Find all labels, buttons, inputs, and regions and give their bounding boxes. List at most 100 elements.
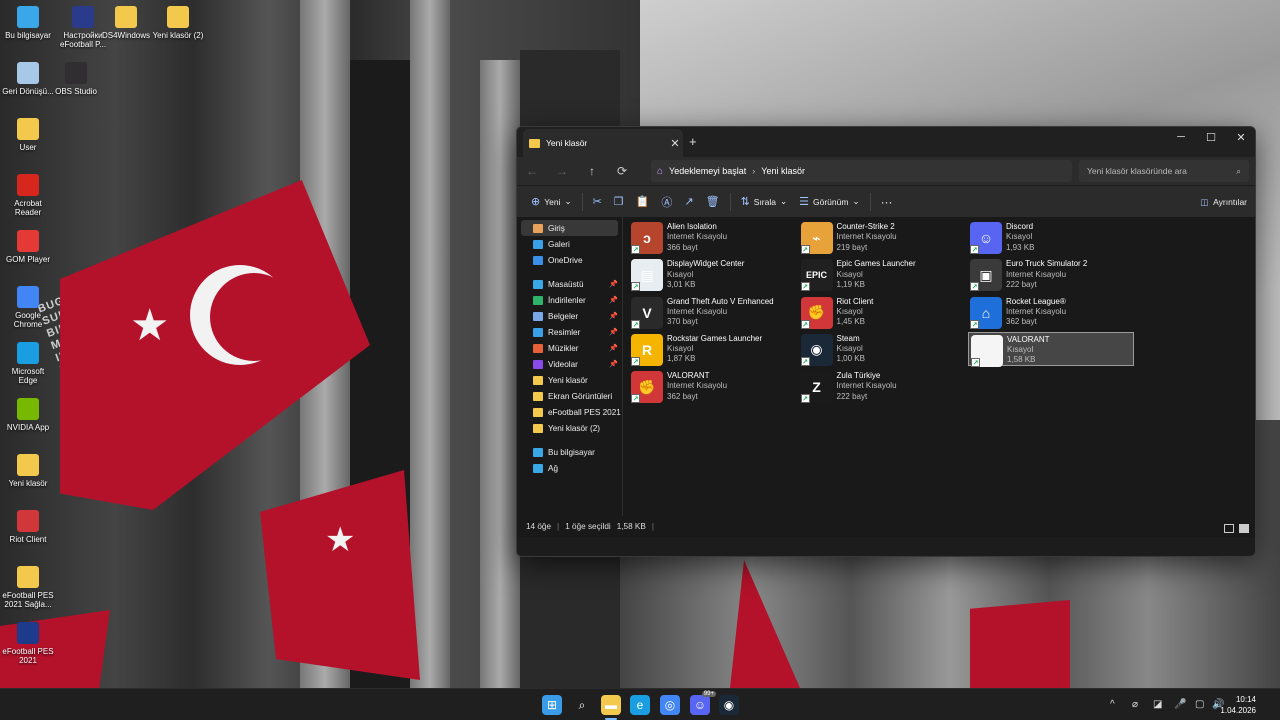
copy-button[interactable]: ❐ <box>608 190 630 214</box>
sidebar-item[interactable]: Ağ <box>517 460 622 476</box>
file-glyph: ✊ <box>807 304 826 321</box>
breadcrumb-item[interactable]: Yedeklemeyi başlat <box>669 166 746 176</box>
desktop-shortcut[interactable]: User <box>2 118 54 152</box>
file-item[interactable]: ↄ ↗ Alien Isolation Internet Kısayolu 366 ba… <box>629 220 795 254</box>
new-button[interactable]: ⊕ Yeni ⌄ <box>525 190 578 214</box>
file-name: Zula Türkiye <box>836 371 881 381</box>
desktop-shortcut[interactable]: Riot Client <box>2 510 54 544</box>
forward-button[interactable]: → <box>547 164 577 178</box>
file-type: Kısayol <box>836 344 863 354</box>
tray-overflow-icon[interactable]: ^ <box>1110 699 1115 710</box>
file-item[interactable]: Z ↗ Zula Türkiye Internet Kısayolu 222 bayt <box>799 369 965 404</box>
desktop-shortcut[interactable]: Geri Dönüşü... <box>2 62 54 96</box>
file-item[interactable]: EPIC ↗ Epic Games Launcher Kısayol 1,19 KB <box>799 257 965 292</box>
file-glyph: R <box>641 341 653 358</box>
tiles-view-icon[interactable] <box>1239 524 1249 533</box>
back-button[interactable]: ← <box>517 164 547 178</box>
desktop-shortcut[interactable]: Yeni klasör (2) <box>152 6 204 40</box>
sidebar-item[interactable]: Videolar 📌 <box>517 356 622 372</box>
address-bar[interactable]: ⌂ Yedeklemeyi başlat › Yeni klasör <box>651 160 1072 182</box>
desktop-shortcut[interactable]: Bu bilgisayar <box>2 6 54 40</box>
file-explorer-icon[interactable]: ▬ <box>601 695 621 715</box>
cut-button[interactable]: ✂ <box>587 190 608 214</box>
desktop-shortcut[interactable]: GOM Player <box>2 230 54 264</box>
sidebar-item[interactable]: Masaüstü 📌 <box>517 276 622 292</box>
refresh-button[interactable]: ⟳ <box>607 164 637 178</box>
file-item[interactable]: ↗ VALORANT Kısayol 1,58 KB <box>968 331 1134 367</box>
desktop-shortcut[interactable]: OBS Studio <box>50 62 102 96</box>
tab-yeni-klasor[interactable]: Yeni klasör ✕ <box>523 129 683 157</box>
file-size: 362 bayt <box>1006 317 1037 327</box>
desktop-shortcut[interactable]: eFootball PES 2021 Sağla... <box>2 566 54 609</box>
file-item[interactable]: V ↗ Grand Theft Auto V Enhanced Internet Kı… <box>629 295 795 329</box>
sidebar-item[interactable]: Ekran Görüntüleri <box>517 388 622 404</box>
file-item[interactable]: ⌁ ↗ Counter-Strike 2 Internet Kısayolu 219 b… <box>799 220 965 254</box>
microphone-icon[interactable]: 🎤 <box>1174 699 1186 710</box>
more-button[interactable]: ··· <box>875 190 899 214</box>
rename-button[interactable]: Ⓐ <box>655 190 678 214</box>
edge-icon[interactable]: e <box>630 695 650 715</box>
details-button[interactable]: ◫ Ayrıntılar <box>1200 190 1247 214</box>
sidebar-item[interactable]: OneDrive <box>517 252 622 268</box>
file-type: Internet Kısayolu <box>667 381 728 391</box>
chrome-icon[interactable]: ◎ <box>660 695 680 715</box>
file-item[interactable]: ✊ ↗ VALORANT Internet Kısayolu 362 bayt <box>629 369 795 404</box>
desktop-shortcut[interactable]: Yeni klasör <box>2 454 54 488</box>
file-type: Internet Kısayolu <box>836 232 897 242</box>
desktop-shortcut[interactable]: DS4Windows <box>100 6 152 40</box>
close-button[interactable]: ✕ <box>1226 131 1255 144</box>
view-button[interactable]: ☰ Görünüm ⌄ <box>793 190 865 214</box>
clock[interactable]: 10:14 1.04.2026 <box>1220 694 1256 716</box>
share-button[interactable]: ↗ <box>678 190 699 214</box>
sidebar-item[interactable]: eFootball PES 2021 Sa <box>517 404 622 420</box>
steam-icon: ◉ ↗ <box>800 333 833 366</box>
search-icon[interactable]: ⌕ <box>572 695 592 715</box>
riot-icon: ✊ ↗ <box>800 296 833 329</box>
file-item[interactable]: ☺ ↗ Discord Kısayol 1,93 KB <box>968 220 1134 254</box>
sidebar-item[interactable]: Giriş <box>521 220 618 236</box>
tray-app-icon[interactable]: ⌀ <box>1132 699 1138 710</box>
file-size: 1,87 KB <box>667 354 696 364</box>
pin-icon: 📌 <box>609 361 618 368</box>
file-item[interactable]: ▤ ↗ DisplayWidget Center Kısayol 3,01 KB <box>629 257 795 292</box>
sidebar-item[interactable]: İndirilenler 📌 <box>517 292 622 308</box>
desktop-shortcut[interactable]: Microsoft Edge <box>2 342 54 385</box>
file-item[interactable]: ✊ ↗ Riot Client Kısayol 1,45 KB <box>799 295 965 329</box>
minimize-button[interactable]: ─ <box>1166 131 1196 143</box>
desktop-shortcut[interactable]: Acrobat Reader <box>2 174 54 217</box>
home-icon <box>533 223 543 233</box>
sidebar-item[interactable]: Yeni klasör (2) <box>517 420 622 436</box>
new-tab-button[interactable]: + <box>689 134 697 149</box>
tab-close-icon[interactable]: ✕ <box>667 137 683 150</box>
maximize-button[interactable]: ☐ <box>1196 131 1226 144</box>
sort-button[interactable]: ⇅ Sırala ⌄ <box>735 190 794 214</box>
breadcrumb-item[interactable]: Yeni klasör <box>761 166 805 176</box>
file-item[interactable]: ⌂ ↗ Rocket League® Internet Kısayolu 362 bay… <box>968 295 1134 329</box>
desktop-shortcut[interactable]: eFootball PES 2021 <box>2 622 54 665</box>
sidebar-item[interactable]: Müzikler 📌 <box>517 340 622 356</box>
file-item[interactable]: ▣ ↗ Euro Truck Simulator 2 Internet Kısayol… <box>968 257 1134 292</box>
paste-button[interactable]: 📋 <box>630 190 656 214</box>
sidebar-item-label: Ağ <box>548 463 559 473</box>
file-glyph: ▣ <box>979 266 993 283</box>
windows-start-icon[interactable]: ⊞ <box>542 695 562 715</box>
tab-bar: Yeni klasör ✕ + ─ ☐ ✕ <box>517 127 1255 157</box>
desktop-shortcut[interactable]: NVIDIA App <box>2 398 54 432</box>
sidebar-item[interactable]: Galeri <box>517 236 622 252</box>
delete-button[interactable]: 🗑 <box>700 190 726 214</box>
details-view-icon[interactable] <box>1224 524 1234 533</box>
up-button[interactable]: ↑ <box>577 164 607 178</box>
file-item[interactable]: R ↗ Rockstar Games Launcher Kısayol 1,87 KB <box>629 332 795 366</box>
file-item[interactable]: ◉ ↗ Steam Kısayol 1,00 KB <box>799 332 965 366</box>
desktop-shortcut[interactable]: Google Chrome <box>2 286 54 329</box>
discord-icon[interactable]: ☺ 99+ <box>690 691 716 715</box>
search-input[interactable]: Yeni klasör klasöründe ara ⌕ <box>1079 160 1249 182</box>
steam-icon[interactable]: ◉ <box>719 695 739 715</box>
file-type: Internet Kısayolu <box>667 306 728 316</box>
sidebar-item[interactable]: Resimler 📌 <box>517 324 622 340</box>
sidebar-item[interactable]: Bu bilgisayar <box>517 444 622 460</box>
sidebar-item[interactable]: Yeni klasör <box>517 372 622 388</box>
network-icon[interactable]: ▢ <box>1195 699 1204 710</box>
tray-app-icon[interactable]: ◪ <box>1153 699 1162 710</box>
sidebar-item[interactable]: Belgeler 📌 <box>517 308 622 324</box>
